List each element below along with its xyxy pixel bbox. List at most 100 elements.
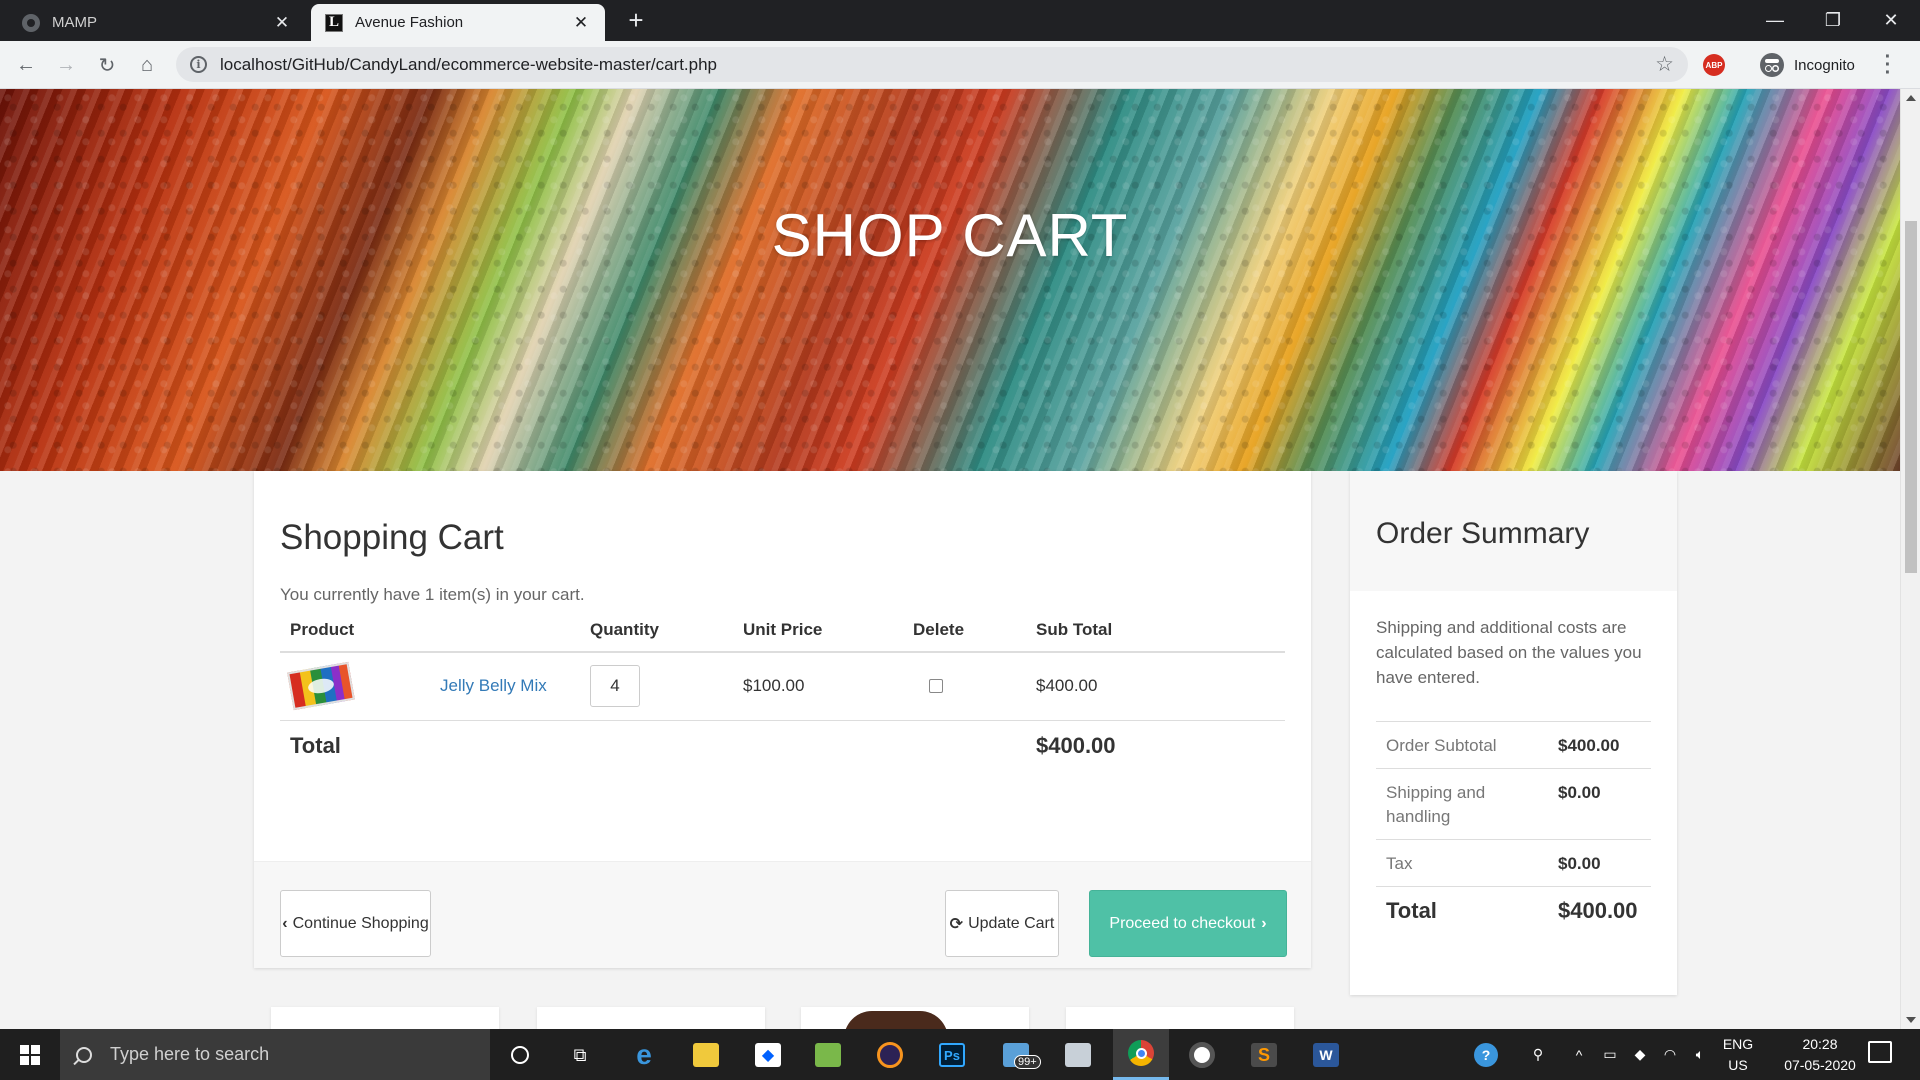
incognito-icon bbox=[1760, 53, 1784, 77]
taskbar-search[interactable]: Type here to search bbox=[60, 1029, 490, 1080]
summary-label: Order Subtotal bbox=[1376, 721, 1548, 769]
summary-total-value: $400.00 bbox=[1548, 886, 1651, 933]
cart-intro: You currently have 1 item(s) in your car… bbox=[280, 585, 585, 604]
tab-title: MAMP bbox=[52, 14, 97, 31]
product-card[interactable] bbox=[271, 1007, 499, 1029]
reload-icon[interactable]: ↻ bbox=[91, 49, 123, 81]
notepad-icon[interactable] bbox=[808, 1035, 848, 1075]
network-drive-icon[interactable] bbox=[1058, 1035, 1098, 1075]
mail-badge: 99+ bbox=[1014, 1055, 1041, 1069]
show-hidden-icons-chevron-icon[interactable]: ^ bbox=[1568, 1029, 1590, 1080]
search-icon bbox=[76, 1046, 92, 1063]
tab-mamp[interactable]: MAMP ✕ bbox=[8, 4, 306, 41]
shopping-cart-panel: Shopping Cart You currently have 1 item(… bbox=[254, 471, 1311, 968]
scroll-down-arrow-icon[interactable] bbox=[1906, 1017, 1916, 1023]
update-cart-button[interactable]: ⟳ Update Cart bbox=[945, 890, 1059, 957]
action-center-icon[interactable] bbox=[1868, 1041, 1892, 1063]
taskbar-search-placeholder: Type here to search bbox=[110, 1044, 270, 1064]
volume-icon[interactable]: 🔈︎ bbox=[1688, 1029, 1712, 1080]
summary-label: Shipping and handling bbox=[1376, 768, 1548, 840]
photoshop-icon[interactable]: Ps bbox=[932, 1035, 972, 1075]
summary-total-label: Total bbox=[1376, 886, 1548, 933]
product-thumb-cell bbox=[280, 652, 430, 721]
cart-total-row: Total $400.00 bbox=[280, 720, 1285, 772]
site-info-icon[interactable]: i bbox=[190, 56, 207, 73]
dropbox-tray-icon[interactable]: ◆ bbox=[1628, 1029, 1652, 1080]
start-button[interactable] bbox=[0, 1029, 60, 1080]
scrollbar-thumb[interactable] bbox=[1905, 221, 1917, 573]
incognito-indicator[interactable]: Incognito bbox=[1754, 49, 1867, 81]
delete-checkbox[interactable] bbox=[929, 679, 943, 694]
new-tab-button[interactable]: + bbox=[622, 7, 650, 35]
address-bar[interactable]: i localhost/GitHub/CandyLand/ecommerce-w… bbox=[176, 47, 1688, 82]
candy-brand-logo bbox=[844, 1011, 948, 1029]
continue-shopping-button[interactable]: ‹ Continue Shopping bbox=[280, 890, 431, 957]
eclipse-icon[interactable] bbox=[870, 1035, 910, 1075]
adblock-plus-icon[interactable]: ABP bbox=[1703, 54, 1725, 76]
windows-taskbar: Type here to search ⧉ e ◆ Ps 99+ S W ? ⚲… bbox=[0, 1029, 1920, 1080]
minimize-icon[interactable]: — bbox=[1746, 0, 1804, 41]
update-cart-label: Update Cart bbox=[968, 914, 1055, 932]
edge-icon[interactable]: e bbox=[624, 1035, 664, 1075]
tab-avenue-fashion[interactable]: L Avenue Fashion ✕ bbox=[311, 4, 605, 41]
cart-total-value: $400.00 bbox=[1036, 733, 1116, 759]
word-icon[interactable]: W bbox=[1306, 1035, 1346, 1075]
windows-logo-icon bbox=[20, 1044, 40, 1065]
order-summary-header: Order Summary bbox=[1350, 471, 1677, 591]
sublime-text-icon[interactable]: S bbox=[1244, 1035, 1284, 1075]
scroll-up-arrow-icon[interactable] bbox=[1906, 95, 1916, 101]
close-tab-icon[interactable]: ✕ bbox=[571, 13, 591, 33]
menu-kebab-icon[interactable]: · · · bbox=[1883, 47, 1893, 83]
browser-toolbar: ← → ↻ ⌂ i localhost/GitHub/CandyLand/eco… bbox=[0, 41, 1920, 89]
people-icon[interactable]: ⚲ bbox=[1524, 1029, 1552, 1080]
order-summary-panel: Order Summary Shipping and additional co… bbox=[1350, 471, 1677, 995]
cart-heading: Shopping Cart bbox=[280, 518, 504, 557]
summary-value: $0.00 bbox=[1548, 768, 1651, 840]
col-quantity: Quantity bbox=[580, 608, 733, 653]
dropbox-icon[interactable]: ◆ bbox=[748, 1035, 788, 1075]
mail-icon[interactable]: 99+ bbox=[996, 1035, 1041, 1075]
browser-tab-strip: MAMP ✕ L Avenue Fashion ✕ + — ❐ ✕ bbox=[0, 0, 1920, 41]
chrome-taskbar-icon[interactable] bbox=[1113, 1029, 1169, 1080]
forward-arrow-icon[interactable]: → bbox=[50, 49, 82, 81]
file-explorer-icon[interactable] bbox=[686, 1035, 726, 1075]
task-view-icon[interactable]: ⧉ bbox=[560, 1035, 600, 1075]
summary-total-row: Total $400.00 bbox=[1376, 886, 1651, 933]
taskbar-clock[interactable]: 20:28 07-05-2020 bbox=[1770, 1034, 1870, 1076]
sub-total-cell: $400.00 bbox=[1026, 652, 1285, 721]
language-indicator[interactable]: ENG US bbox=[1716, 1034, 1760, 1076]
wifi-icon[interactable]: ◠ bbox=[1658, 1029, 1682, 1080]
quantity-input[interactable] bbox=[590, 665, 640, 708]
product-card[interactable] bbox=[537, 1007, 765, 1029]
refresh-icon: ⟳ bbox=[949, 915, 964, 933]
summary-value: $0.00 bbox=[1548, 839, 1651, 887]
hero-banner: SHOP CART bbox=[0, 89, 1900, 471]
region-code: US bbox=[1728, 1057, 1748, 1073]
product-thumbnail[interactable] bbox=[287, 662, 355, 711]
mamp-favicon-icon bbox=[22, 13, 40, 32]
summary-row-subtotal: Order Subtotal $400.00 bbox=[1376, 721, 1651, 769]
product-link[interactable]: Jelly Belly Mix bbox=[440, 676, 547, 695]
clock-date: 07-05-2020 bbox=[1784, 1057, 1856, 1073]
help-icon[interactable]: ? bbox=[1470, 1029, 1502, 1080]
page-viewport: SHOP CART Shopping Cart You currently ha… bbox=[0, 89, 1920, 1029]
continue-shopping-label: Continue Shopping bbox=[292, 914, 429, 932]
tab-title: Avenue Fashion bbox=[355, 14, 464, 31]
page-scrollbar[interactable] bbox=[1900, 89, 1920, 1029]
close-tab-icon[interactable]: ✕ bbox=[272, 13, 292, 33]
url-text[interactable]: localhost/GitHub/CandyLand/ecommerce-web… bbox=[220, 55, 1655, 75]
home-icon[interactable]: ⌂ bbox=[131, 49, 163, 81]
battery-icon[interactable]: ▭ bbox=[1598, 1029, 1622, 1080]
product-card[interactable] bbox=[1066, 1007, 1294, 1029]
github-desktop-icon[interactable] bbox=[1182, 1035, 1222, 1075]
restore-icon[interactable]: ❐ bbox=[1804, 0, 1862, 41]
delete-cell bbox=[903, 652, 1026, 721]
col-product: Product bbox=[280, 608, 430, 653]
close-window-icon[interactable]: ✕ bbox=[1862, 0, 1920, 41]
bookmark-star-icon[interactable]: ☆ bbox=[1655, 52, 1674, 77]
back-arrow-icon[interactable]: ← bbox=[10, 49, 42, 81]
cortana-icon[interactable] bbox=[500, 1035, 540, 1075]
unit-price-cell: $100.00 bbox=[733, 652, 903, 721]
cart-actions: ‹ Continue Shopping ⟳ Update Cart Procee… bbox=[254, 861, 1311, 968]
checkout-button[interactable]: Proceed to checkout › bbox=[1089, 890, 1287, 957]
